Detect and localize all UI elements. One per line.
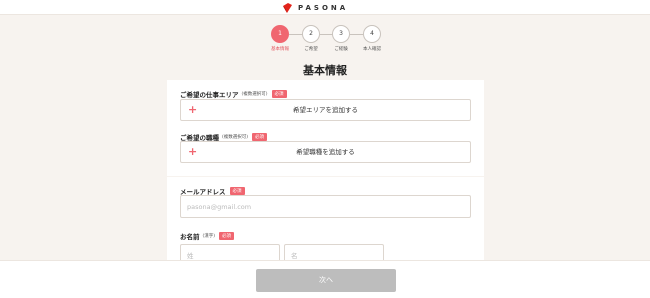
step-number: 2 [302,25,320,43]
step-number: 4 [363,25,381,43]
name-label-text: お名前 [180,233,200,241]
required-badge: 必須 [271,90,287,98]
required-badge: 必須 [219,232,235,240]
footer-bar: 次へ [0,260,650,298]
pasona-logo-icon [283,2,292,13]
page-title: 基本情報 [303,64,347,77]
required-badge: 必須 [229,187,245,195]
area-label-sub: (複数選択可) [241,92,268,97]
area-label-text: ご希望の仕事エリア [180,91,239,99]
step-label: 本人確認 [363,47,381,52]
progress-stepper: 1 基本情報 2 ご希望 3 ご経験 4 本人確認 [0,25,650,55]
step-number: 3 [332,25,350,43]
required-badge: 必須 [252,133,268,141]
pasona-logo[interactable]: PASONA [283,2,348,13]
email-input[interactable] [180,195,471,218]
preferences-card: ご希望の仕事エリア (複数選択可) 必須 + 希望エリアを追加する ご希望の職種… [167,80,484,176]
area-field-label: ご希望の仕事エリア (複数選択可) 必須 [180,89,287,99]
step-number: 1 [271,25,289,43]
job-label-sub: (複数選択可) [222,135,249,140]
header: PASONA [0,0,650,15]
logo-text: PASONA [298,3,349,12]
name-label-sub: (漢字) [202,234,216,239]
step-4: 4 本人確認 [352,25,392,52]
add-job-button[interactable]: + 希望職種を追加する [180,141,471,163]
add-area-button-label: 希望エリアを追加する [293,106,358,114]
name-field-label: お名前 (漢字) 必須 [180,231,235,241]
add-area-button[interactable]: + 希望エリアを追加する [180,99,471,121]
contact-card: メールアドレス 必須 お名前 (漢字) 必須 [167,177,484,267]
add-job-button-label: 希望職種を追加する [296,148,355,156]
next-button[interactable]: 次へ [256,269,396,292]
